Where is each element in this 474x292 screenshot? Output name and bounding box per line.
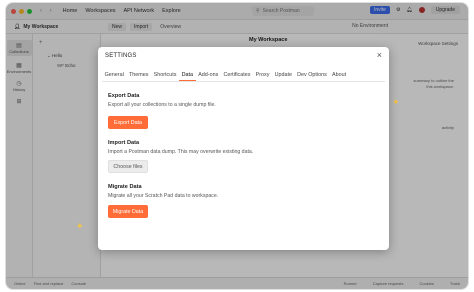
close-icon[interactable]: × <box>377 50 382 60</box>
tab-update[interactable]: Update <box>272 70 295 81</box>
import-title: Import Data <box>108 140 140 146</box>
tab-dev-options[interactable]: Dev Options <box>295 70 330 81</box>
app-window: ‹ › Home Workspaces API Network Explore … <box>5 2 469 290</box>
import-description: Import a Postman data dump. This may ove… <box>108 149 254 155</box>
tab-data[interactable]: Data <box>179 70 196 81</box>
migrate-description: Migrate all your Scratch Pad data to wor… <box>108 193 219 199</box>
tab-general[interactable]: General <box>102 70 126 81</box>
export-data-button[interactable]: Export Data <box>108 116 148 129</box>
export-description: Export all your collections to a single … <box>108 102 216 108</box>
import-section: Import Data Import a Postman data dump. … <box>108 140 253 155</box>
sparkle-icon: ✦ <box>392 97 400 107</box>
choose-files-button[interactable]: Choose files <box>108 160 148 173</box>
modal-title: SETTINGS <box>105 53 137 59</box>
tab-themes[interactable]: Themes <box>126 70 151 81</box>
sparkle-icon: ✦ <box>76 221 84 231</box>
settings-modal: SETTINGS × General Themes Shortcuts Data… <box>98 47 389 250</box>
migrate-section: Migrate Data Migrate all your Scratch Pa… <box>108 184 218 199</box>
tab-certificates[interactable]: Certificates <box>221 70 253 81</box>
migrate-data-button[interactable]: Migrate Data <box>108 205 148 218</box>
export-title: Export Data <box>108 93 140 99</box>
migrate-title: Migrate Data <box>108 184 142 190</box>
settings-tabs: General Themes Shortcuts Data Add-ons Ce… <box>102 70 385 82</box>
tab-about[interactable]: About <box>329 70 348 81</box>
tab-add-ons[interactable]: Add-ons <box>196 70 221 81</box>
tab-proxy[interactable]: Proxy <box>253 70 272 81</box>
tab-shortcuts[interactable]: Shortcuts <box>151 70 179 81</box>
export-section: Export Data Export all your collections … <box>108 93 216 108</box>
